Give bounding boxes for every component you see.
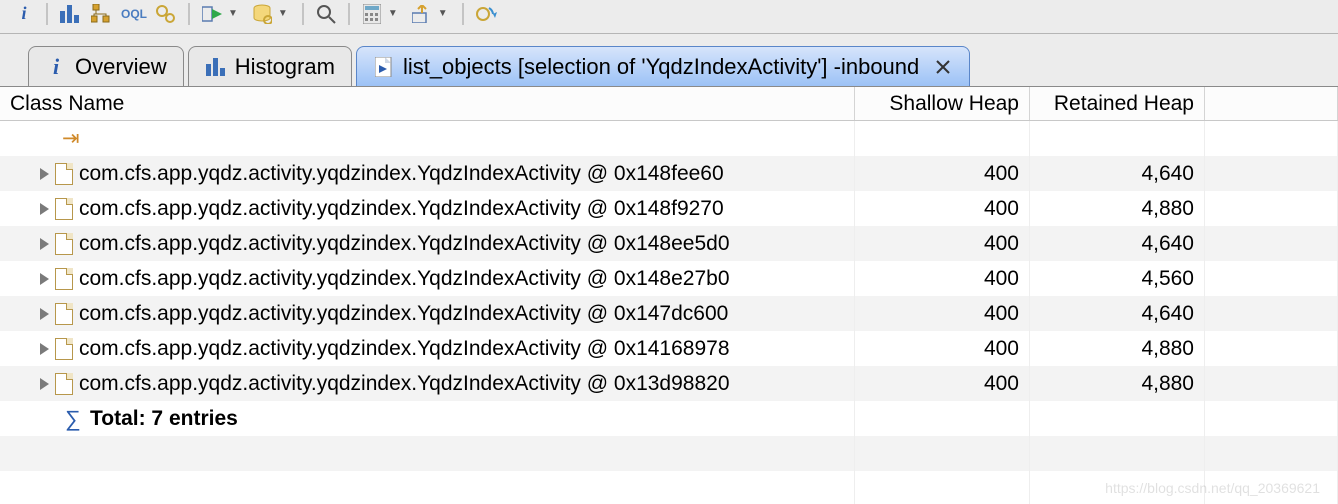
object-icon: [55, 198, 73, 220]
cell-class-name: com.cfs.app.yqdz.activity.yqdzindex.Yqdz…: [0, 366, 855, 401]
tab-overview[interactable]: i Overview: [28, 46, 184, 86]
tab-histogram[interactable]: Histogram: [188, 46, 352, 86]
cell-class-name: com.cfs.app.yqdz.activity.yqdzindex.Yqdz…: [0, 156, 855, 191]
cell-class-name: com.cfs.app.yqdz.activity.yqdzindex.Yqdz…: [0, 191, 855, 226]
class-name-text: com.cfs.app.yqdz.activity.yqdzindex.Yqdz…: [79, 372, 730, 396]
cell-retained-heap: 4,880: [1030, 331, 1205, 366]
toolbar-separator: [462, 3, 464, 25]
histogram-icon: [205, 56, 227, 78]
filter-row: ⇥: [0, 121, 1338, 156]
tab-list-objects[interactable]: list_objects [selection of 'YqdzIndexAct…: [356, 46, 970, 86]
cell-retained-heap: 4,640: [1030, 226, 1205, 261]
info-icon[interactable]: i: [10, 2, 38, 26]
cell-shallow-heap: 400: [855, 331, 1030, 366]
dropdown-arrow-icon[interactable]: ▼: [438, 8, 448, 19]
cell-shallow-heap: 400: [855, 226, 1030, 261]
tab-label: list_objects [selection of 'YqdzIndexAct…: [403, 54, 919, 80]
class-name-text: com.cfs.app.yqdz.activity.yqdzindex.Yqdz…: [79, 302, 728, 326]
main-toolbar: i OQL ▼ ▼ ▼ ▼: [0, 0, 1338, 34]
table-row[interactable]: com.cfs.app.yqdz.activity.yqdzindex.Yqdz…: [0, 156, 1338, 191]
class-name-text: com.cfs.app.yqdz.activity.yqdzindex.Yqdz…: [79, 197, 724, 221]
gears-icon[interactable]: [152, 2, 180, 26]
cell-retained-heap: 4,880: [1030, 191, 1205, 226]
toolbar-separator: [188, 3, 190, 25]
total-row: ∑Total: 7 entries: [0, 401, 1338, 436]
cell-class-name: com.cfs.app.yqdz.activity.yqdzindex.Yqdz…: [0, 331, 855, 366]
expand-icon[interactable]: [40, 168, 49, 180]
cell-class-name: com.cfs.app.yqdz.activity.yqdzindex.Yqdz…: [0, 261, 855, 296]
expand-icon[interactable]: [40, 203, 49, 215]
filter-retained[interactable]: [1030, 121, 1205, 156]
class-name-text: com.cfs.app.yqdz.activity.yqdzindex.Yqdz…: [79, 232, 730, 256]
toolbar-separator: [302, 3, 304, 25]
cell-shallow-heap: 400: [855, 191, 1030, 226]
empty-row: [0, 436, 1338, 471]
histogram-icon[interactable]: [56, 2, 84, 26]
table-row[interactable]: com.cfs.app.yqdz.activity.yqdzindex.Yqdz…: [0, 226, 1338, 261]
info-icon: i: [45, 56, 67, 78]
table-row[interactable]: com.cfs.app.yqdz.activity.yqdzindex.Yqdz…: [0, 191, 1338, 226]
run-query-icon[interactable]: [198, 2, 226, 26]
filter-class-name[interactable]: ⇥: [0, 121, 855, 156]
calculator-icon[interactable]: [358, 2, 386, 26]
class-name-text: com.cfs.app.yqdz.activity.yqdzindex.Yqdz…: [79, 337, 730, 361]
object-icon: [55, 338, 73, 360]
close-icon[interactable]: [933, 57, 953, 77]
object-icon: [55, 233, 73, 255]
filter-icon: ⇥: [62, 126, 80, 151]
table-row[interactable]: com.cfs.app.yqdz.activity.yqdzindex.Yqdz…: [0, 296, 1338, 331]
expand-icon[interactable]: [40, 238, 49, 250]
object-icon: [55, 268, 73, 290]
database-icon[interactable]: [248, 2, 276, 26]
export-icon[interactable]: [408, 2, 436, 26]
object-icon: [55, 163, 73, 185]
table-header-row: Class Name Shallow Heap Retained Heap: [0, 87, 1338, 121]
cell-retained-heap: 4,640: [1030, 296, 1205, 331]
dropdown-arrow-icon[interactable]: ▼: [388, 8, 398, 19]
table-row[interactable]: com.cfs.app.yqdz.activity.yqdzindex.Yqdz…: [0, 366, 1338, 401]
column-header-shallow-heap[interactable]: Shallow Heap: [855, 87, 1030, 120]
toolbar-separator: [46, 3, 48, 25]
dropdown-arrow-icon[interactable]: ▼: [278, 8, 288, 19]
table-row[interactable]: com.cfs.app.yqdz.activity.yqdzindex.Yqdz…: [0, 331, 1338, 366]
cell-total: ∑Total: 7 entries: [0, 401, 855, 436]
tree-icon[interactable]: [88, 2, 116, 26]
sigma-icon: ∑: [62, 406, 84, 432]
cell-class-name: com.cfs.app.yqdz.activity.yqdzindex.Yqdz…: [0, 226, 855, 261]
table-row[interactable]: com.cfs.app.yqdz.activity.yqdzindex.Yqdz…: [0, 261, 1338, 296]
expand-icon[interactable]: [40, 343, 49, 355]
cell-shallow-heap: 400: [855, 366, 1030, 401]
cell-retained-heap: 4,880: [1030, 366, 1205, 401]
editor-tabstrip: i Overview Histogram list_objects [selec…: [0, 40, 1338, 86]
object-icon: [55, 303, 73, 325]
dropdown-arrow-icon[interactable]: ▼: [228, 8, 238, 19]
expand-icon[interactable]: [40, 308, 49, 320]
total-text: Total: 7 entries: [90, 407, 238, 431]
class-name-text: com.cfs.app.yqdz.activity.yqdzindex.Yqdz…: [79, 162, 724, 186]
search-icon[interactable]: [312, 2, 340, 26]
tab-label: Overview: [75, 54, 167, 80]
page-icon: [373, 56, 395, 78]
column-header-class-name[interactable]: Class Name: [0, 87, 855, 120]
cell-shallow-heap: 400: [855, 296, 1030, 331]
cell-shallow-heap: 400: [855, 261, 1030, 296]
refresh-gear-icon[interactable]: [472, 2, 500, 26]
expand-icon[interactable]: [40, 273, 49, 285]
empty-row: [0, 471, 1338, 504]
oql-icon[interactable]: OQL: [120, 2, 148, 26]
tab-label: Histogram: [235, 54, 335, 80]
toolbar-separator: [348, 3, 350, 25]
object-icon: [55, 373, 73, 395]
results-table: Class Name Shallow Heap Retained Heap ⇥ c…: [0, 86, 1338, 504]
expand-icon[interactable]: [40, 378, 49, 390]
column-header-spacer: [1205, 87, 1338, 120]
column-header-retained-heap[interactable]: Retained Heap: [1030, 87, 1205, 120]
cell-retained-heap: 4,640: [1030, 156, 1205, 191]
cell-shallow-heap: 400: [855, 156, 1030, 191]
class-name-text: com.cfs.app.yqdz.activity.yqdzindex.Yqdz…: [79, 267, 730, 291]
cell-class-name: com.cfs.app.yqdz.activity.yqdzindex.Yqdz…: [0, 296, 855, 331]
cell-retained-heap: 4,560: [1030, 261, 1205, 296]
filter-shallow[interactable]: [855, 121, 1030, 156]
